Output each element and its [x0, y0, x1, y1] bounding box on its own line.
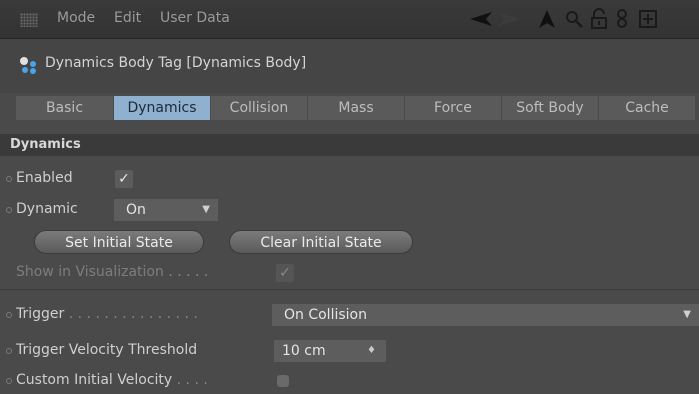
- set-initial-state-button[interactable]: Set Initial State: [34, 230, 204, 254]
- dynamic-value: On: [126, 202, 146, 218]
- dynamic-dropdown[interactable]: On ▼: [114, 199, 218, 221]
- tab-force[interactable]: Force: [405, 96, 501, 120]
- show-visualization-row: Show in Visualization . . . . . ✓: [0, 262, 699, 284]
- tab-dynamics[interactable]: Dynamics: [114, 96, 210, 120]
- dynamics-tag-icon: [18, 55, 40, 75]
- menu-edit[interactable]: Edit: [114, 10, 141, 26]
- animate-dot-icon[interactable]: [6, 176, 12, 182]
- custom-initial-velocity-checkbox[interactable]: [277, 375, 289, 387]
- show-in-visualization-label: Show in Visualization . . . . .: [16, 264, 209, 280]
- enabled-checkbox[interactable]: ✓: [115, 170, 133, 188]
- trigger-velocity-row: Trigger Velocity Threshold 10 cm ♦: [0, 340, 699, 362]
- tab-bar: Basic Dynamics Collision Mass Force Soft…: [16, 96, 699, 120]
- tag-title: Dynamics Body Tag [Dynamics Body]: [45, 55, 307, 71]
- link-icon[interactable]: [614, 8, 630, 30]
- trigger-velocity-value: 10 cm: [282, 343, 326, 359]
- arrow-left-icon[interactable]: [468, 8, 494, 30]
- menu-mode[interactable]: Mode: [57, 10, 95, 26]
- section-header-dynamics: Dynamics: [0, 134, 699, 156]
- animate-dot-icon[interactable]: [6, 378, 12, 384]
- stepper-icon[interactable]: ♦: [367, 340, 376, 362]
- grip-icon[interactable]: [20, 13, 38, 27]
- lock-icon[interactable]: [589, 8, 609, 30]
- tab-basic[interactable]: Basic: [16, 96, 113, 120]
- animate-dot-icon[interactable]: [6, 312, 12, 318]
- tab-cache[interactable]: Cache: [599, 96, 695, 120]
- custom-initial-velocity-label: Custom Initial Velocity . . . .: [16, 372, 208, 388]
- tag-title-bar: Dynamics Body Tag [Dynamics Body]: [0, 39, 699, 93]
- trigger-row: Trigger . . . . . . . . . . . . . . . On…: [0, 304, 699, 326]
- show-in-visualization-checkbox[interactable]: ✓: [276, 264, 294, 282]
- search-icon[interactable]: [564, 8, 584, 30]
- menu-bar: Mode Edit User Data: [0, 0, 699, 39]
- trigger-value: On Collision: [284, 307, 367, 323]
- enabled-row: Enabled ✓: [0, 168, 699, 190]
- trigger-velocity-label: Trigger Velocity Threshold: [16, 342, 198, 358]
- trigger-dropdown[interactable]: On Collision ▼: [272, 304, 699, 326]
- trigger-velocity-input[interactable]: 10 cm ♦: [274, 340, 386, 362]
- animate-dot-icon[interactable]: [6, 348, 12, 354]
- trigger-label: Trigger . . . . . . . . . . . . . . .: [16, 306, 198, 322]
- chevron-down-icon: ▼: [683, 309, 691, 320]
- divider: [0, 289, 699, 290]
- tab-mass[interactable]: Mass: [308, 96, 404, 120]
- cursor-icon[interactable]: [537, 8, 557, 30]
- chevron-down-icon: ▼: [202, 204, 210, 215]
- enabled-label: Enabled: [16, 170, 73, 186]
- dynamic-row: Dynamic On ▼: [0, 199, 699, 221]
- clear-initial-state-button[interactable]: Clear Initial State: [229, 230, 413, 254]
- menu-user-data[interactable]: User Data: [160, 10, 230, 26]
- new-window-icon[interactable]: [638, 8, 658, 30]
- arrow-right-faded-icon: [496, 8, 522, 30]
- custom-initial-velocity-row: Custom Initial Velocity . . . .: [0, 370, 699, 392]
- animate-dot-icon[interactable]: [6, 207, 12, 213]
- dynamic-label: Dynamic: [16, 201, 78, 217]
- tab-collision[interactable]: Collision: [211, 96, 307, 120]
- tab-soft-body[interactable]: Soft Body: [502, 96, 598, 120]
